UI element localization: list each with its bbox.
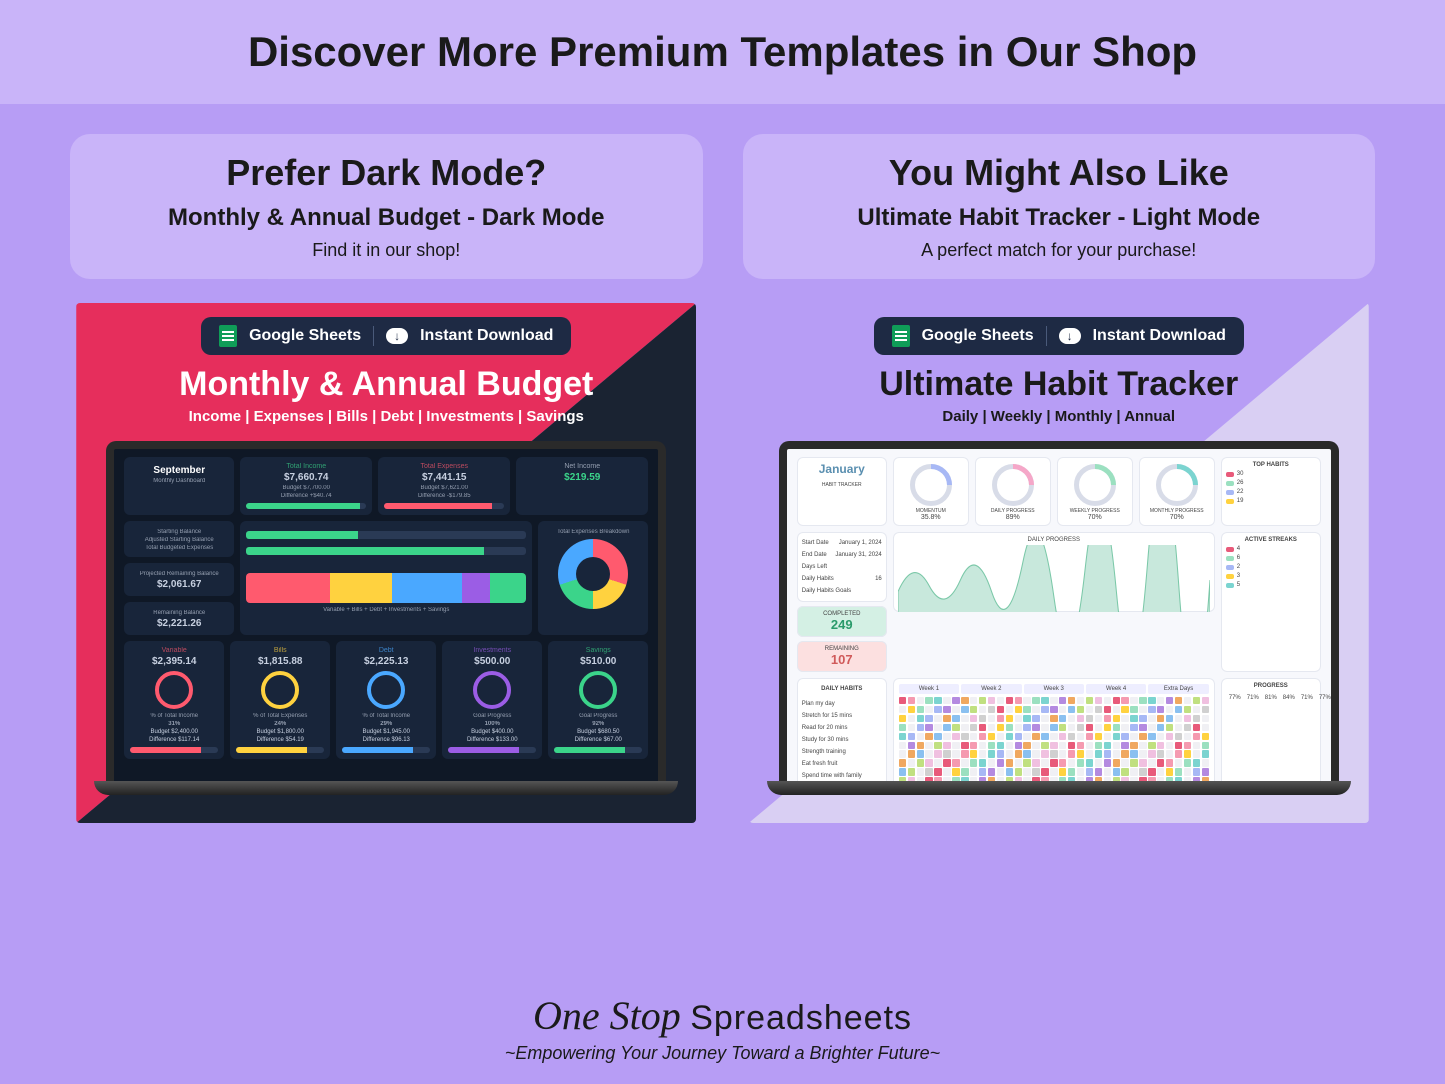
product-pill: Google Sheets Instant Download	[201, 317, 571, 355]
dash-cat: Savings$510.00Goal Progress92%Budget $68…	[548, 641, 648, 759]
dash-stack: Variable + Bills + Debt + Investments + …	[240, 521, 532, 635]
pill-text-left: Google Sheets	[249, 327, 361, 345]
card-head-note: A perfect match for your purchase!	[773, 240, 1346, 261]
download-icon	[1059, 328, 1081, 344]
mock-sub: Income | Expenses | Bills | Debt | Inves…	[76, 408, 696, 425]
progress-bars: PROGRESS 77%71%81%84%71%77%65%58%45%52%7…	[1221, 678, 1321, 781]
card-head-title: Prefer Dark Mode?	[100, 152, 673, 194]
laptop-mock: January HABIT TRACKER MOMENTUM 35.8% DAI…	[779, 441, 1339, 795]
card-head-title: You Might Also Like	[773, 152, 1346, 194]
laptop-mock: September Monthly Dashboard Total Income…	[106, 441, 666, 795]
ring-monthly: MONTHLY PROGRESS 70%	[1139, 457, 1215, 526]
card-head-note: Find it in our shop!	[100, 240, 673, 261]
card-head-sub: Ultimate Habit Tracker - Light Mode	[773, 204, 1346, 232]
card-habit-tracker: You Might Also Like Ultimate Habit Track…	[743, 134, 1376, 823]
pill-text-left: Google Sheets	[922, 327, 1034, 345]
product-mock-budget: Google Sheets Instant Download Monthly &…	[76, 303, 696, 823]
dash-total-expenses: Total Expenses $7,441.15 Budget $7,621.0…	[378, 457, 510, 515]
cards-row: Prefer Dark Mode? Monthly & Annual Budge…	[0, 104, 1445, 823]
dash-projected: Projected Remaining Balance $2,061.67	[124, 563, 234, 596]
google-sheets-icon	[892, 325, 910, 347]
active-streaks: ACTIVE STREAKS 4 6 2 3 5	[1221, 532, 1321, 672]
dash-remaining: Remaining Balance $2,221.26	[124, 602, 234, 635]
download-icon	[386, 328, 408, 344]
card-dark-mode: Prefer Dark Mode? Monthly & Annual Budge…	[70, 134, 703, 823]
ring-daily: DAILY PROGRESS 89%	[975, 457, 1051, 526]
completed-box: COMPLETED 249	[797, 606, 887, 637]
card-head-sub: Monthly & Annual Budget - Dark Mode	[100, 204, 673, 232]
footer: One Stop Spreadsheets ~Empowering Your J…	[0, 992, 1445, 1064]
product-mock-habit: Google Sheets Instant Download Ultimate …	[749, 303, 1369, 823]
dash-breakdown: Total Expenses Breakdown	[538, 521, 648, 635]
mock-sub: Daily | Weekly | Monthly | Annual	[749, 408, 1369, 425]
remaining-box: REMAINING 107	[797, 641, 887, 672]
mock-title: Ultimate Habit Tracker	[749, 365, 1369, 404]
product-pill: Google Sheets Instant Download	[874, 317, 1244, 355]
top-habits: TOP HABITS 30 26 22 19	[1221, 457, 1321, 526]
dash-month: September Monthly Dashboard	[124, 457, 234, 515]
ring-momentum: MOMENTUM 35.8%	[893, 457, 969, 526]
google-sheets-icon	[219, 325, 237, 347]
banner-title: Discover More Premium Templates in Our S…	[0, 28, 1445, 76]
dash-cat: Bills$1,815.88% of Total Expenses24%Budg…	[230, 641, 330, 759]
habit-heatmap: Week 1Week 2Week 3Week 4Extra Days	[893, 678, 1215, 781]
card-head-right: You Might Also Like Ultimate Habit Track…	[743, 134, 1376, 279]
daily-progress-chart: DAILY PROGRESS	[893, 532, 1215, 612]
tracker-month: January HABIT TRACKER	[797, 457, 887, 526]
dash-net-income: Net Income $219.59	[516, 457, 648, 515]
tracker-info: Start Date January 1, 2024End Date Janua…	[797, 532, 887, 602]
pill-text-right: Instant Download	[1093, 327, 1226, 345]
mock-title: Monthly & Annual Budget	[76, 365, 696, 404]
dash-starting: Starting Balance Adjusted Starting Balan…	[124, 521, 234, 557]
card-head-left: Prefer Dark Mode? Monthly & Annual Budge…	[70, 134, 703, 279]
ring-weekly: WEEKLY PROGRESS 70%	[1057, 457, 1133, 526]
dash-total-income: Total Income $7,660.74 Budget $7,700.00 …	[240, 457, 372, 515]
top-banner: Discover More Premium Templates in Our S…	[0, 0, 1445, 104]
tagline: ~Empowering Your Journey Toward a Bright…	[0, 1043, 1445, 1064]
habit-labels: DAILY HABITS Plan my dayStretch for 15 m…	[797, 678, 887, 781]
dash-cat: Variable$2,395.14% of Total Income31%Bud…	[124, 641, 224, 759]
dash-cat: Investments$500.00Goal Progress100%Budge…	[442, 641, 542, 759]
pill-text-right: Instant Download	[420, 327, 553, 345]
dash-cat: Debt$2,225.13% of Total Income29%Budget …	[336, 641, 436, 759]
brand: One Stop Spreadsheets	[0, 992, 1445, 1039]
